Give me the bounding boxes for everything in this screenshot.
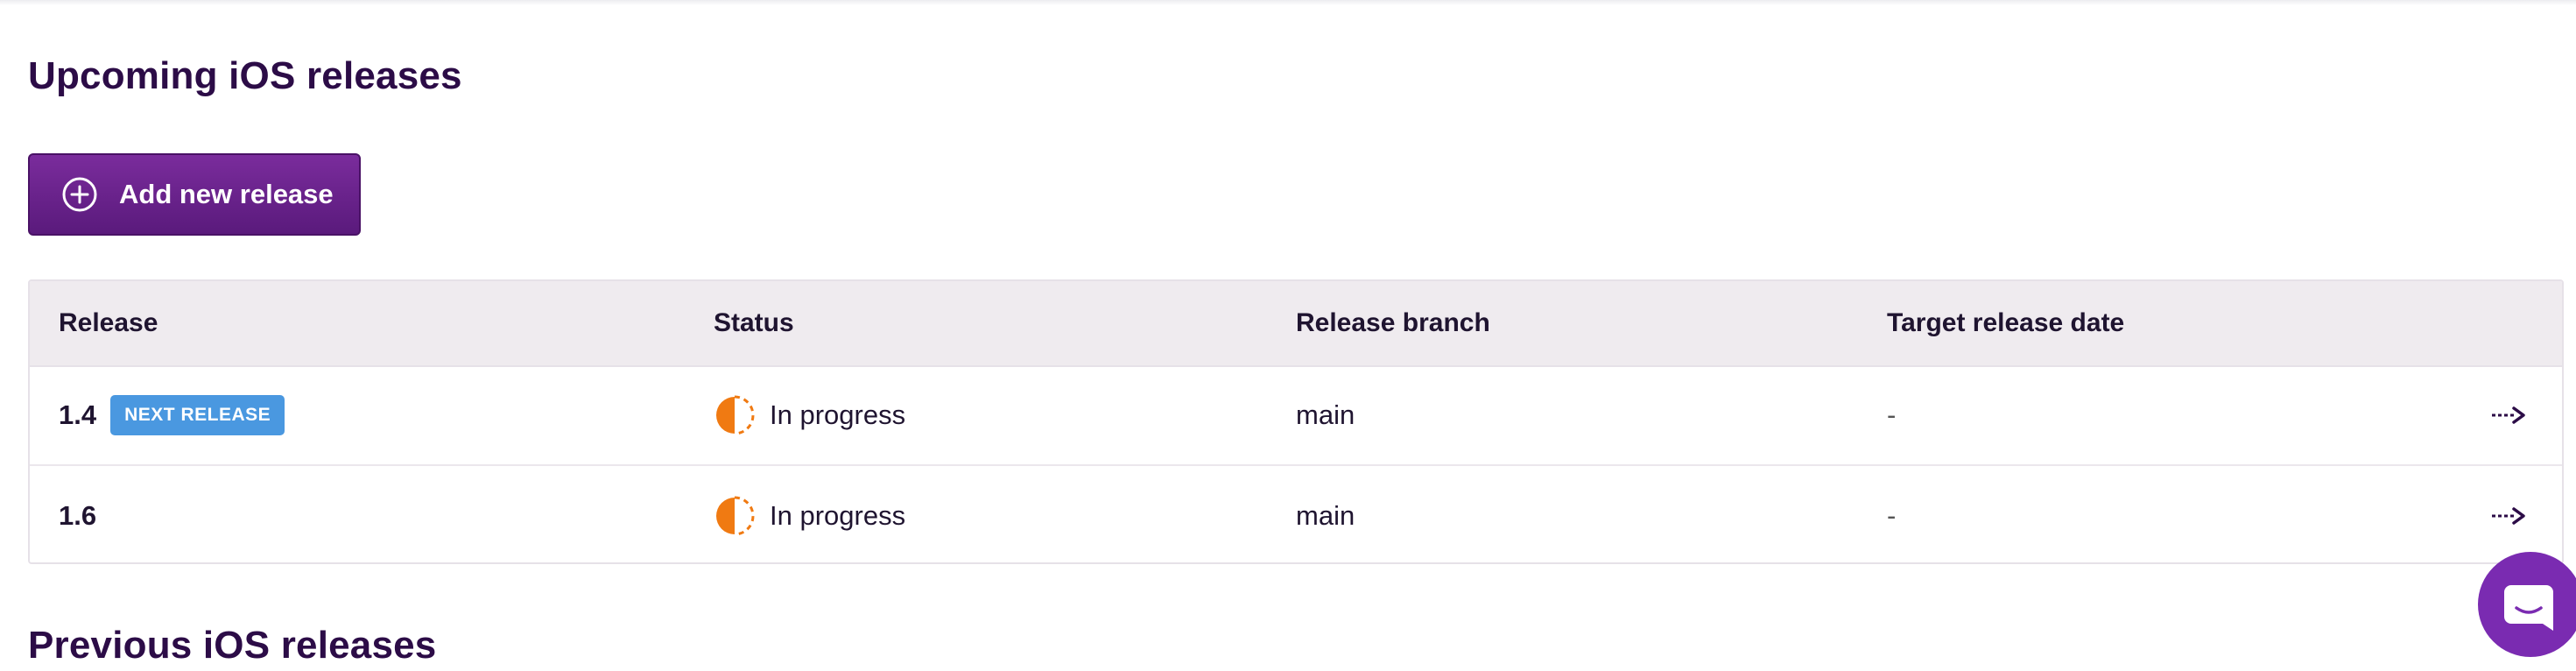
chat-bubble-icon xyxy=(2504,585,2553,631)
top-divider xyxy=(0,0,2576,5)
dashed-arrow-right-icon xyxy=(2492,406,2525,424)
target-release-date-cell: - xyxy=(1887,399,1897,430)
table-row[interactable]: 1.4 NEXT RELEASE In progress main - xyxy=(30,365,2562,466)
release-cell: 1.6 xyxy=(59,466,97,562)
release-version: 1.4 xyxy=(59,399,97,430)
status-cell: In progress xyxy=(714,466,906,562)
plus-circle-icon xyxy=(62,177,97,212)
in-progress-half-circle-icon xyxy=(716,496,755,535)
dashed-arrow-right-icon xyxy=(2492,506,2525,525)
chat-launcher-button[interactable] xyxy=(2478,552,2576,657)
release-version: 1.6 xyxy=(59,499,97,531)
open-release-arrow[interactable] xyxy=(2490,466,2529,562)
upcoming-releases-table: Release Status Release branch Target rel… xyxy=(28,279,2564,564)
column-header-status: Status xyxy=(714,308,794,337)
status-cell: In progress xyxy=(714,365,905,464)
column-header-target-release-date: Target release date xyxy=(1887,308,2125,337)
open-release-arrow[interactable] xyxy=(2490,365,2529,464)
table-row[interactable]: 1.6 In progress main - xyxy=(30,466,2562,562)
release-cell: 1.4 NEXT RELEASE xyxy=(59,365,285,464)
upcoming-releases-title: Upcoming iOS releases xyxy=(28,54,462,97)
add-new-release-label: Add new release xyxy=(119,179,334,209)
next-release-badge: NEXT RELEASE xyxy=(110,394,285,435)
add-new-release-button[interactable]: Add new release xyxy=(28,153,361,236)
target-release-date-cell: - xyxy=(1887,499,1897,531)
release-branch-cell: main xyxy=(1296,399,1355,430)
previous-releases-title: Previous iOS releases xyxy=(28,624,437,667)
in-progress-half-circle-icon xyxy=(716,395,755,434)
column-header-release: Release xyxy=(59,308,158,337)
status-text: In progress xyxy=(770,399,906,430)
column-header-release-branch: Release branch xyxy=(1296,308,1490,337)
table-header: Release Status Release branch Target rel… xyxy=(30,281,2562,367)
status-text: In progress xyxy=(770,499,906,531)
release-branch-cell: main xyxy=(1296,499,1355,531)
